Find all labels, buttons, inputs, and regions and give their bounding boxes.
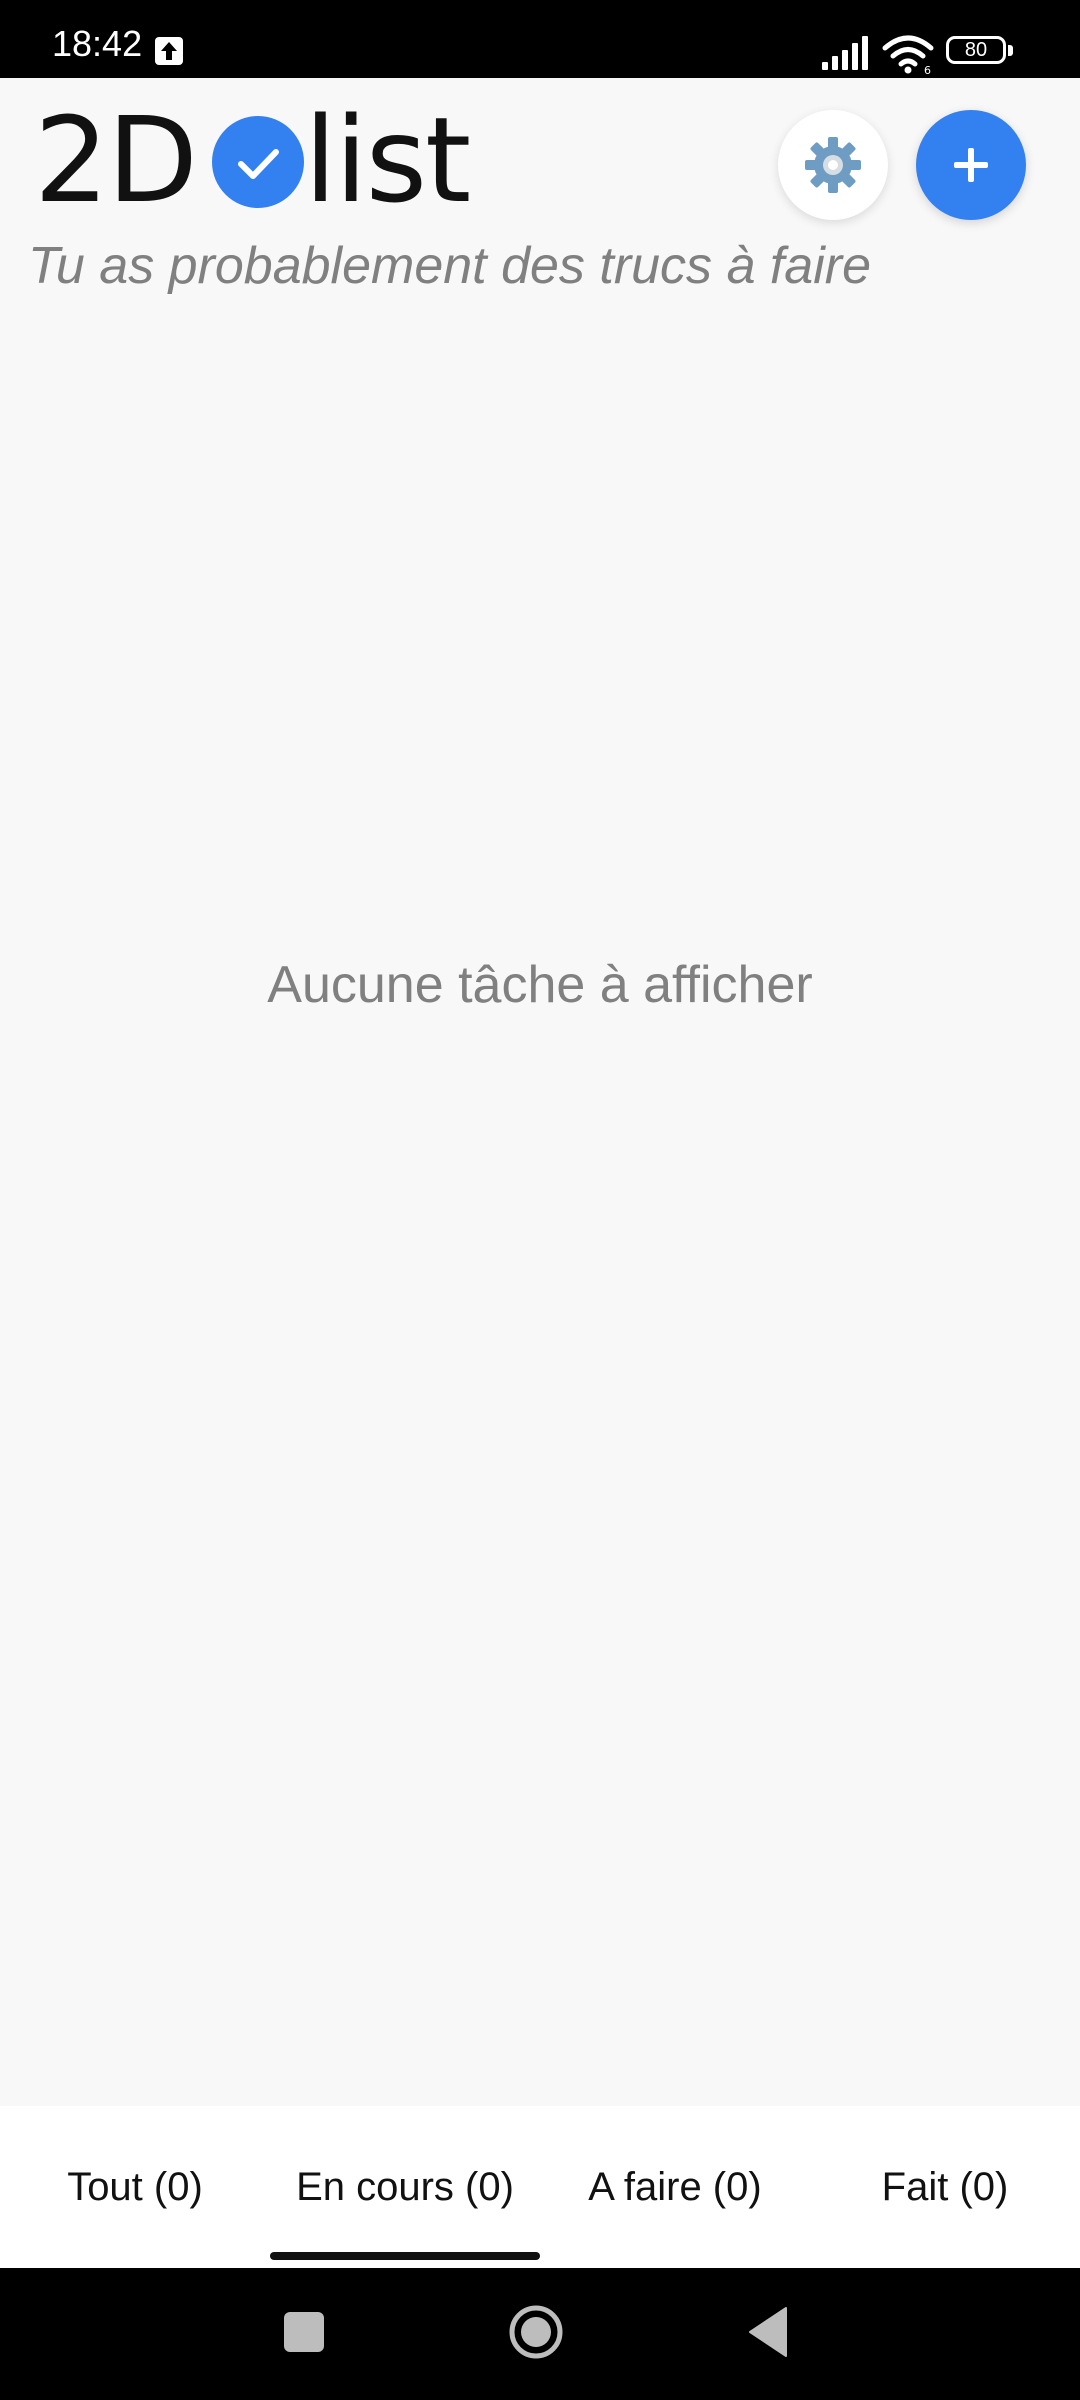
tab-to-do[interactable]: A faire (0) xyxy=(540,2106,810,2268)
system-nav-bar xyxy=(0,2268,1080,2400)
plus-icon xyxy=(954,148,988,182)
tab-selected-indicator xyxy=(270,2252,540,2260)
page-subtitle: Tu as probablement des trucs à faire xyxy=(28,237,872,295)
status-time: 18:42 xyxy=(52,23,143,64)
logo-text-right: list xyxy=(304,91,471,229)
battery-icon: 80 xyxy=(946,36,1016,66)
app-logo: 2D list xyxy=(34,100,494,220)
signal-icon xyxy=(822,36,868,70)
back-icon[interactable] xyxy=(748,2306,788,2358)
tab-all[interactable]: Tout (0) xyxy=(0,2106,270,2268)
status-bar: 18:42 6 80 xyxy=(0,0,1080,78)
check-circle-icon xyxy=(212,116,304,208)
tab-in-progress[interactable]: En cours (0) xyxy=(270,2106,540,2268)
tab-bar: Tout (0) En cours (0) A faire (0) Fait (… xyxy=(0,2106,1080,2268)
add-task-button[interactable] xyxy=(916,110,1026,220)
logo-text-left: 2D xyxy=(34,91,198,229)
upload-icon xyxy=(155,37,183,65)
gear-icon xyxy=(805,137,861,193)
svg-text:6: 6 xyxy=(924,64,931,74)
battery-level: 80 xyxy=(964,39,988,61)
empty-state-message: Aucune tâche à afficher xyxy=(267,956,813,1014)
tab-done[interactable]: Fait (0) xyxy=(810,2106,1080,2268)
recents-icon[interactable] xyxy=(284,2312,324,2352)
wifi-icon: 6 xyxy=(882,35,934,74)
settings-button[interactable] xyxy=(778,110,888,220)
home-icon[interactable] xyxy=(508,2304,564,2360)
app-screen: 18:42 6 80 2D list Tu as probablement de… xyxy=(0,0,1080,2400)
